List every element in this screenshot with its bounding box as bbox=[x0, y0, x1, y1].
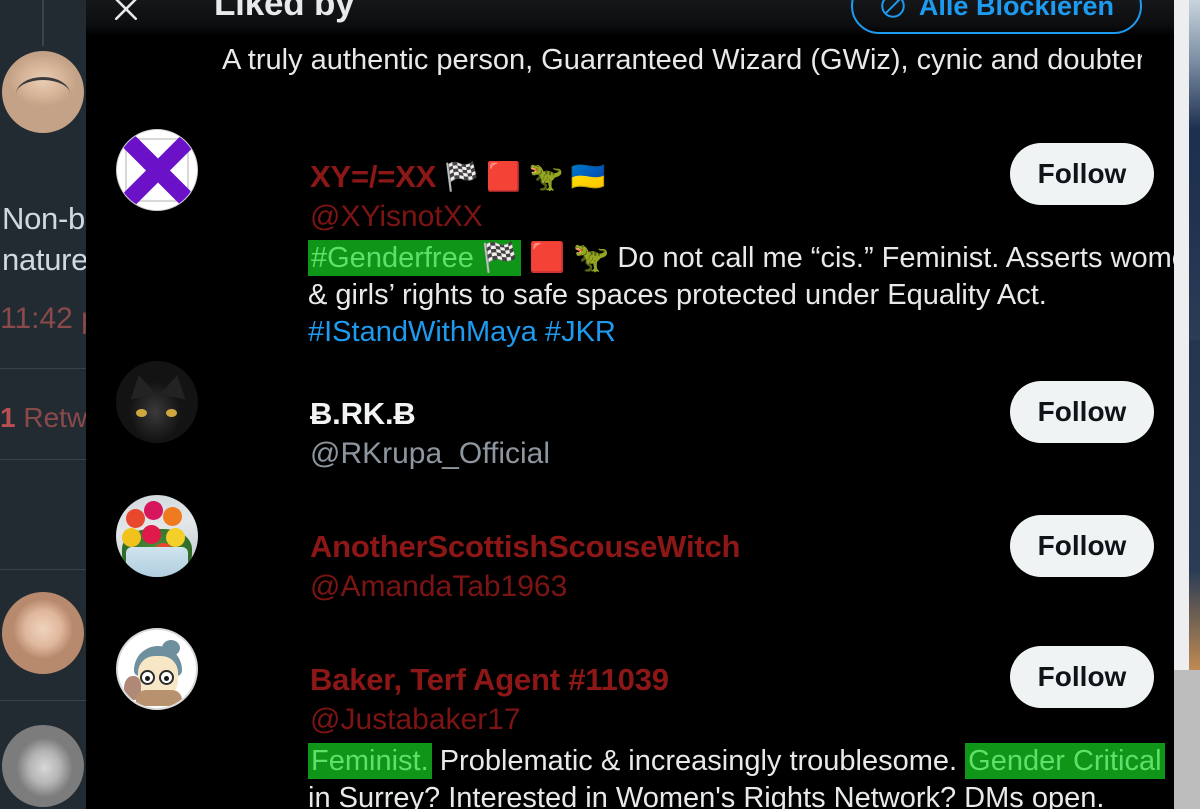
user-display-name[interactable]: Baker, Terf Agent #11039 bbox=[310, 662, 669, 698]
background-avatar-middle bbox=[2, 592, 84, 674]
bio-highlight-1: Feminist. bbox=[308, 743, 432, 779]
user-name-emojis: 🏁 🟥 🦖 🇺🇦 bbox=[444, 161, 606, 192]
user-display-name[interactable]: Ƀ.RK.Ƀ bbox=[310, 396, 416, 432]
follow-button[interactable]: Follow bbox=[1010, 143, 1154, 205]
user-display-name[interactable]: AnotherScottishScouseWitch bbox=[310, 529, 740, 565]
page-title: Liked by bbox=[214, 0, 355, 23]
purple-saltire-avatar[interactable] bbox=[116, 129, 198, 211]
background-right-column bbox=[1174, 0, 1200, 809]
block-all-button[interactable]: Alle Blockieren bbox=[850, 0, 1142, 34]
background-divider-2 bbox=[0, 459, 86, 460]
follow-button[interactable]: Follow bbox=[1010, 515, 1154, 577]
bio-hashtags[interactable]: #IStandWithMaya #JKR bbox=[308, 316, 616, 348]
background-right-strip-c bbox=[1174, 670, 1200, 809]
background-divider-1 bbox=[0, 368, 86, 369]
background-tweet-line-2: nature bbox=[2, 242, 86, 277]
background-avatar-top bbox=[2, 51, 84, 133]
user-handle[interactable]: @RKrupa_Official bbox=[310, 437, 550, 471]
list-item[interactable]: XY=/=XX 🏁 🟥 🦖 🇺🇦 @XYisnotXX Follow #Gend… bbox=[86, 119, 1174, 348]
thread-line bbox=[42, 0, 44, 46]
cat-photo-avatar[interactable] bbox=[116, 361, 198, 443]
background-tweet-line-1: Non-b bbox=[2, 201, 85, 236]
background-divider-4 bbox=[0, 700, 86, 701]
partial-bio-above: A truly authentic person, Guarranteed Wi… bbox=[222, 44, 1142, 76]
close-icon[interactable] bbox=[106, 0, 146, 29]
background-retweet-label: Retwe bbox=[23, 402, 86, 433]
block-all-label: Alle Blockieren bbox=[918, 0, 1114, 21]
background-divider-3 bbox=[0, 569, 86, 570]
user-display-name[interactable]: XY=/=XX 🏁 🟥 🦖 🇺🇦 bbox=[310, 159, 606, 195]
user-handle[interactable]: @Justabaker17 bbox=[310, 703, 521, 737]
user-name-text: Ƀ.RK.Ƀ bbox=[310, 396, 416, 431]
user-name-text: Baker, Terf Agent #11039 bbox=[310, 662, 669, 697]
user-handle[interactable]: @AmandaTab1963 bbox=[310, 570, 567, 604]
cartoon-woman-avatar[interactable] bbox=[116, 628, 198, 710]
list-item[interactable]: Baker, Terf Agent #11039 @Justabaker17 F… bbox=[86, 616, 1174, 809]
modal-header: Liked by Alle Blockieren bbox=[86, 0, 1174, 36]
follow-button[interactable]: Follow bbox=[1010, 381, 1154, 443]
liked-by-modal: Liked by Alle Blockieren A truly authent… bbox=[86, 0, 1174, 809]
background-timestamp: 11:42 p bbox=[0, 302, 86, 335]
background-retweet-count: 1 bbox=[0, 402, 16, 433]
user-bio: #Genderfree 🏁 🟥 🦖 Do not call me “cis.” … bbox=[308, 240, 1174, 351]
user-name-text: AnotherScottishScouseWitch bbox=[310, 529, 741, 564]
screenshot-root: Non-b nature 11:42 p 1 Retwe bbox=[0, 0, 1200, 809]
follow-button[interactable]: Follow bbox=[1010, 646, 1154, 708]
background-right-strip-b bbox=[1189, 340, 1200, 670]
user-bio: Feminist. Problematic & increasingly tro… bbox=[308, 743, 1174, 809]
user-handle[interactable]: @XYisnotXX bbox=[310, 200, 483, 234]
background-tweet-column: Non-b nature 11:42 p 1 Retwe bbox=[0, 0, 86, 809]
flower-bouquet-avatar[interactable] bbox=[116, 495, 198, 577]
user-name-text: XY=/=XX bbox=[310, 159, 437, 194]
bio-text-1: Problematic & increasingly troublesome. bbox=[431, 745, 966, 777]
background-retweet-stat[interactable]: 1 Retwe bbox=[0, 402, 86, 434]
bio-highlight-1: #Genderfree 🏁 bbox=[308, 240, 521, 276]
background-right-strip-a bbox=[1189, 0, 1200, 340]
bio-highlight-2: Gender Critical bbox=[965, 743, 1165, 779]
background-avatar-bottom bbox=[2, 725, 84, 807]
list-item[interactable]: Ƀ.RK.Ƀ @RKrupa_Official Follow bbox=[86, 349, 1174, 470]
block-icon bbox=[881, 0, 905, 18]
list-item[interactable]: AnotherScottishScouseWitch @AmandaTab196… bbox=[86, 483, 1174, 603]
